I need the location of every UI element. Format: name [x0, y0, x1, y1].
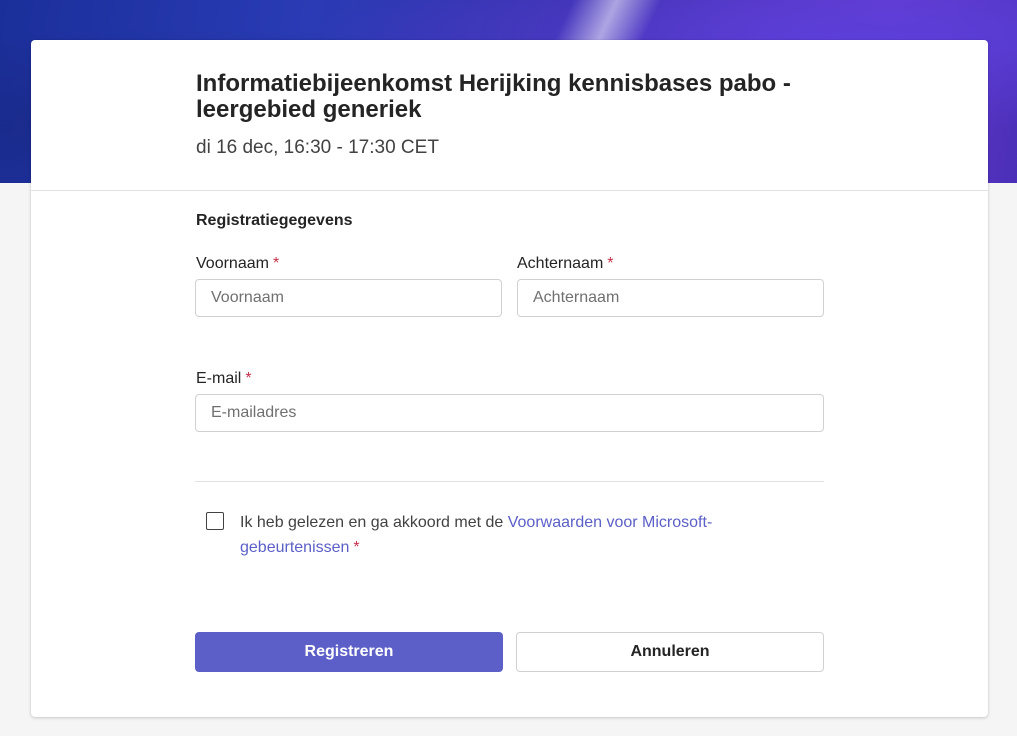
consent-checkbox[interactable]	[206, 512, 224, 530]
consent-text: Ik heb gelezen en ga akkoord met de Voor…	[240, 510, 800, 560]
email-input[interactable]	[195, 394, 824, 432]
email-label: E-mail *	[196, 370, 252, 388]
required-marker: *	[353, 539, 360, 556]
last-name-input[interactable]	[517, 279, 824, 317]
section-title: Registratiegegevens	[196, 212, 353, 229]
first-name-input[interactable]	[195, 279, 502, 317]
required-marker: *	[272, 255, 280, 272]
event-title: Informatiebijeenkomst Herijking kennisba…	[196, 70, 791, 123]
required-marker: *	[607, 255, 614, 272]
required-marker: *	[245, 370, 252, 387]
register-button[interactable]: Registreren	[195, 632, 503, 672]
last-name-label-text: Achternaam	[517, 255, 604, 272]
email-label-text: E-mail	[196, 370, 242, 387]
last-name-label: Achternaam *	[517, 255, 614, 273]
consent-label: Ik heb gelezen en ga akkoord met de	[240, 514, 508, 531]
event-header: Informatiebijeenkomst Herijking kennisba…	[31, 40, 988, 191]
event-time: di 16 dec, 16:30 - 17:30 CET	[196, 137, 439, 158]
divider	[195, 481, 824, 482]
cancel-button[interactable]: Annuleren	[516, 632, 824, 672]
registration-card: Informatiebijeenkomst Herijking kennisba…	[31, 40, 988, 717]
first-name-label: Voornaam *	[196, 255, 279, 273]
first-name-label-text: Voornaam	[196, 255, 269, 272]
